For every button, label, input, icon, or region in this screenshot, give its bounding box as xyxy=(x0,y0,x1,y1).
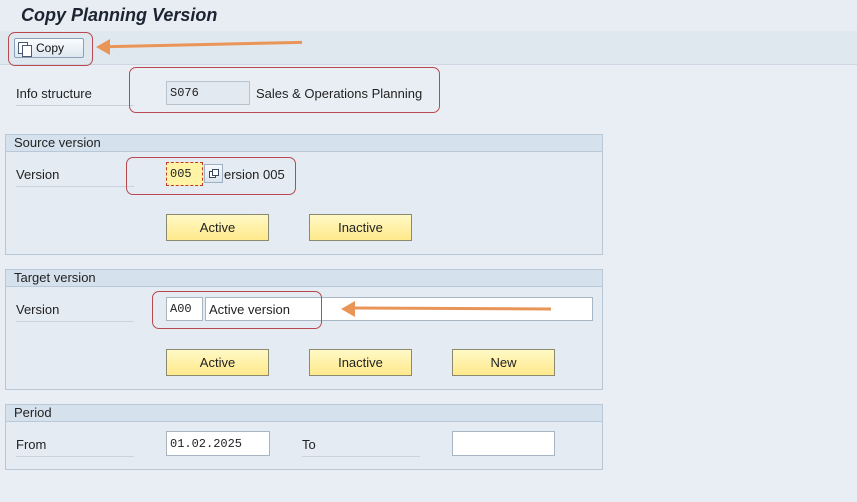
period-from-field[interactable]: 01.02.2025 xyxy=(166,431,270,456)
page-title: Copy Planning Version xyxy=(21,5,218,25)
annotation-box-target-version xyxy=(152,291,322,329)
target-version-header: Target version xyxy=(6,270,602,287)
period-to-label: To xyxy=(302,437,420,457)
annotation-arrow-head xyxy=(341,301,355,317)
application-toolbar xyxy=(0,31,857,65)
source-inactive-button[interactable]: Inactive xyxy=(309,214,412,241)
target-version-label: Version xyxy=(16,302,134,322)
annotation-box-info-structure xyxy=(129,67,440,113)
source-version-label: Version xyxy=(16,167,134,187)
annotation-box-copy xyxy=(8,32,93,66)
period-to-field[interactable] xyxy=(452,431,555,456)
source-version-group: Source version xyxy=(5,134,603,255)
target-inactive-button[interactable]: Inactive xyxy=(309,349,412,376)
target-active-button[interactable]: Active xyxy=(166,349,269,376)
period-from-label: From xyxy=(16,437,134,457)
annotation-box-source-version xyxy=(126,157,296,195)
period-header: Period xyxy=(6,405,602,422)
target-new-button[interactable]: New xyxy=(452,349,555,376)
annotation-arrow-head xyxy=(96,39,110,55)
source-active-button[interactable]: Active xyxy=(166,214,269,241)
source-version-header: Source version xyxy=(6,135,602,152)
info-structure-label: Info structure xyxy=(16,86,134,106)
